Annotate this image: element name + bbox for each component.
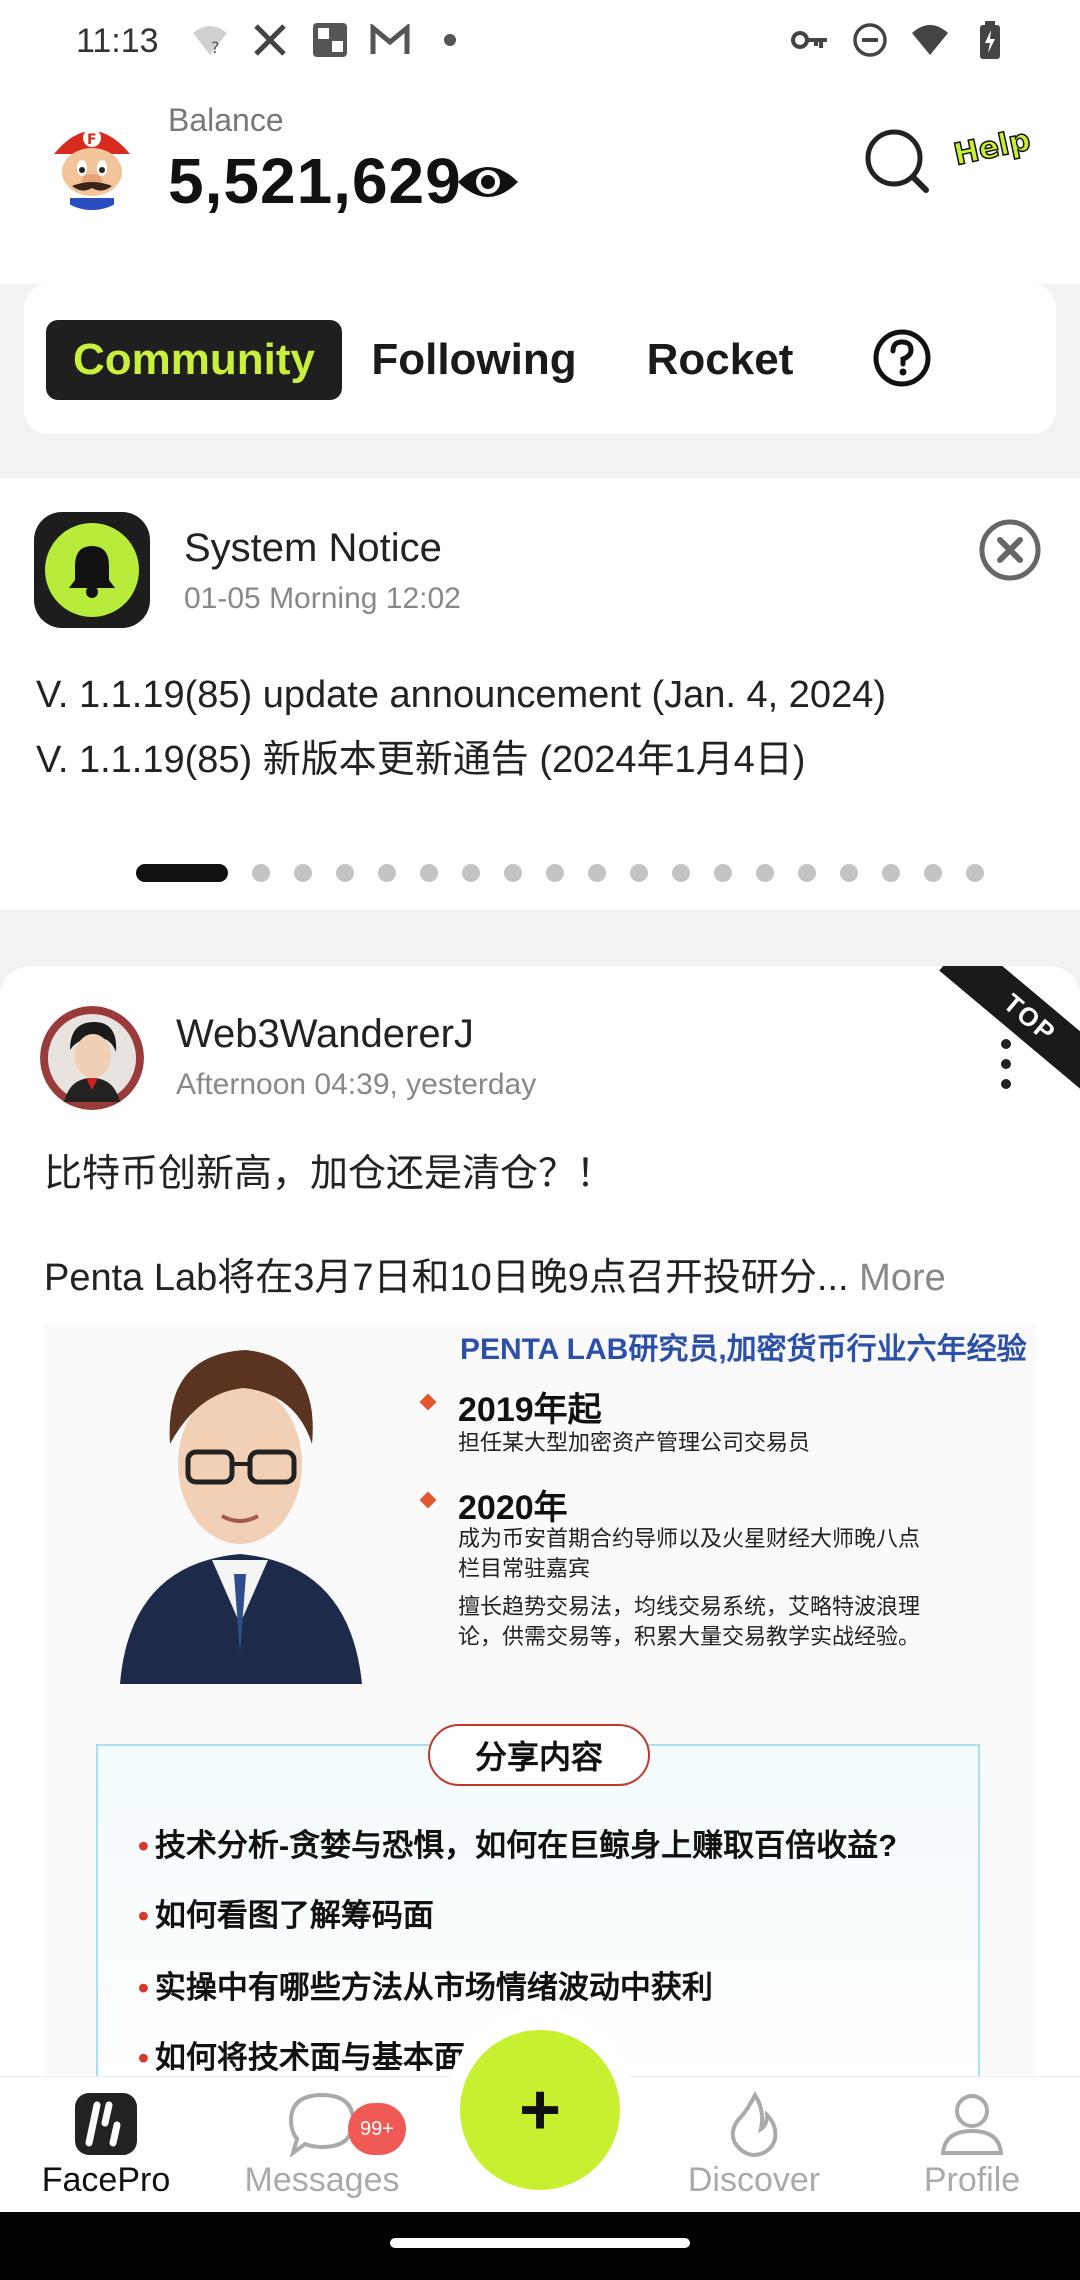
status-notification-icons: ? — [190, 20, 470, 60]
carousel-dot[interactable] — [756, 864, 774, 882]
svg-text:F: F — [87, 132, 97, 148]
status-system-icons — [790, 20, 1010, 60]
key-icon — [790, 20, 830, 60]
post-text-preview: Penta Lab将在3月7日和10日晚9点召开投研分... — [44, 1257, 849, 1299]
poster-year-1: 2019年起 — [458, 1391, 602, 1429]
person-icon — [937, 2091, 1007, 2157]
home-gesture-handle[interactable] — [390, 2238, 690, 2248]
more-menu-icon[interactable] — [992, 1036, 1020, 1092]
poster-item: 技术分析-贪婪与恐惧，如何在巨鲸身上赚取百倍收益? — [138, 1820, 897, 1865]
carousel-dot[interactable] — [378, 864, 396, 882]
carousel-dot[interactable] — [336, 864, 354, 882]
post-image[interactable]: PENTA LAB研究员,加密货币行业六年经验 2019年起 担任某大型加密资产… — [44, 1324, 1036, 2076]
help-icon[interactable]: Help ? — [950, 116, 1062, 200]
chat-bubble-icon — [287, 2091, 357, 2159]
dot-icon — [430, 20, 470, 60]
close-icon[interactable] — [978, 518, 1042, 582]
carousel-dot[interactable] — [840, 864, 858, 882]
notice-time: 01-05 Morning 12:02 — [184, 582, 461, 615]
wifi-icon — [910, 20, 950, 60]
nav-messages[interactable]: 99+ Messages — [222, 2091, 422, 2200]
nav-label: Messages — [244, 2161, 400, 2199]
feed-post[interactable]: TOP Web3WandererJ Afternoon 04:39, yeste… — [0, 966, 1080, 2076]
poster-item: 如何看图了解筹码面 — [138, 1890, 434, 1935]
feed-tabs: Community Following Rocket — [24, 284, 1056, 434]
dnd-icon — [850, 20, 890, 60]
poster-share-title: 分享内容 — [428, 1724, 650, 1786]
poster-heading: PENTA LAB研究员,加密货币行业六年经验 — [460, 1333, 1027, 1366]
tab-rocket[interactable]: Rocket — [620, 320, 820, 400]
carousel-dot[interactable] — [882, 864, 900, 882]
carousel-dot[interactable] — [546, 864, 564, 882]
post-avatar[interactable] — [40, 1006, 144, 1110]
balance-value: 5,521,629 — [168, 145, 462, 217]
carousel-dot[interactable] — [462, 864, 480, 882]
carousel-dot[interactable] — [630, 864, 648, 882]
carousel-dot[interactable] — [714, 864, 732, 882]
create-post-button[interactable]: + — [460, 2030, 620, 2190]
post-text-line1: 比特币创新高，加仓还是清仓？！ — [44, 1153, 615, 1195]
facepro-icon — [71, 2091, 141, 2157]
wifi-question-icon: ? — [190, 20, 230, 60]
tab-following[interactable]: Following — [360, 320, 588, 400]
carousel-dot[interactable] — [136, 864, 228, 882]
user-avatar[interactable]: F — [44, 114, 140, 210]
notice-line-zh: V. 1.1.19(85) 新版本更新通告 (2024年1月4日) — [36, 739, 806, 781]
poster-item: 实操中有哪些方法从市场情绪波动中获利 — [138, 1962, 713, 2007]
notice-title: System Notice — [184, 526, 442, 570]
flame-icon — [719, 2090, 789, 2158]
poster-year-2: 2020年 — [458, 1489, 568, 1527]
nav-label: Profile — [923, 2161, 1021, 2199]
poster-bullet-1 — [419, 1393, 437, 1411]
carousel-page-indicator — [136, 864, 984, 882]
nav-discover[interactable]: Discover — [654, 2090, 854, 2200]
search-icon[interactable] — [864, 128, 930, 194]
carousel-dot[interactable] — [672, 864, 690, 882]
post-time: Afternoon 04:39, yesterday — [176, 1068, 537, 1101]
eye-icon[interactable] — [456, 156, 520, 208]
gmail-icon — [370, 20, 410, 60]
poster-portrait — [100, 1324, 380, 1684]
tab-community[interactable]: Community — [46, 320, 342, 400]
notice-line-en: V. 1.1.19(85) update announcement (Jan. … — [36, 674, 886, 716]
carousel-dot[interactable] — [294, 864, 312, 882]
x-icon — [250, 20, 290, 60]
bell-icon — [34, 512, 150, 628]
carousel-dot[interactable] — [504, 864, 522, 882]
nav-label: FacePro — [41, 2161, 171, 2199]
status-time: 11:13 — [76, 22, 159, 60]
carousel-dot[interactable] — [252, 864, 270, 882]
poster-year-1-desc: 担任某大型加密资产管理公司交易员 — [458, 1430, 811, 1455]
poster-year-2-desc: 成为币安首期合约导师以及火星财经大师晚八点栏目常驻嘉宾 — [458, 1526, 921, 1581]
more-link[interactable]: More — [859, 1257, 946, 1299]
messages-badge: 99+ — [348, 2103, 406, 2155]
post-text-line2: Penta Lab将在3月7日和10日晚9点召开投研分... More — [44, 1246, 946, 1301]
carousel-dot[interactable] — [420, 864, 438, 882]
plus-icon: + — [518, 2070, 562, 2150]
balance-label: Balance — [168, 102, 284, 138]
system-notice-card[interactable]: System Notice 01-05 Morning 12:02 V. 1.1… — [0, 478, 1080, 910]
balance-header: F Balance 5,521,629 Help ? — [0, 84, 1080, 284]
grid-app-icon — [310, 20, 350, 60]
gesture-bar — [0, 2212, 1080, 2280]
poster-bullet-2 — [419, 1491, 437, 1509]
carousel-dot[interactable] — [798, 864, 816, 882]
carousel-dot[interactable] — [966, 864, 984, 882]
svg-text:?: ? — [211, 38, 220, 57]
battery-charging-icon — [970, 20, 1010, 60]
help-icon-text: Help ? — [951, 120, 1030, 173]
status-bar: 11:13 ? — [0, 0, 1080, 84]
nav-facepro[interactable]: FacePro — [6, 2091, 206, 2200]
nav-profile[interactable]: Profile — [872, 2091, 1072, 2200]
nav-label: Discover — [687, 2161, 821, 2199]
post-username[interactable]: Web3WandererJ — [176, 1012, 474, 1057]
poster-skills: 擅长趋势交易法，均线交易系统，艾略特波浪理论，供需交易等，积累大量交易教学实战经… — [458, 1594, 921, 1649]
carousel-dot[interactable] — [924, 864, 942, 882]
question-icon[interactable] — [872, 328, 932, 388]
carousel-dot[interactable] — [588, 864, 606, 882]
